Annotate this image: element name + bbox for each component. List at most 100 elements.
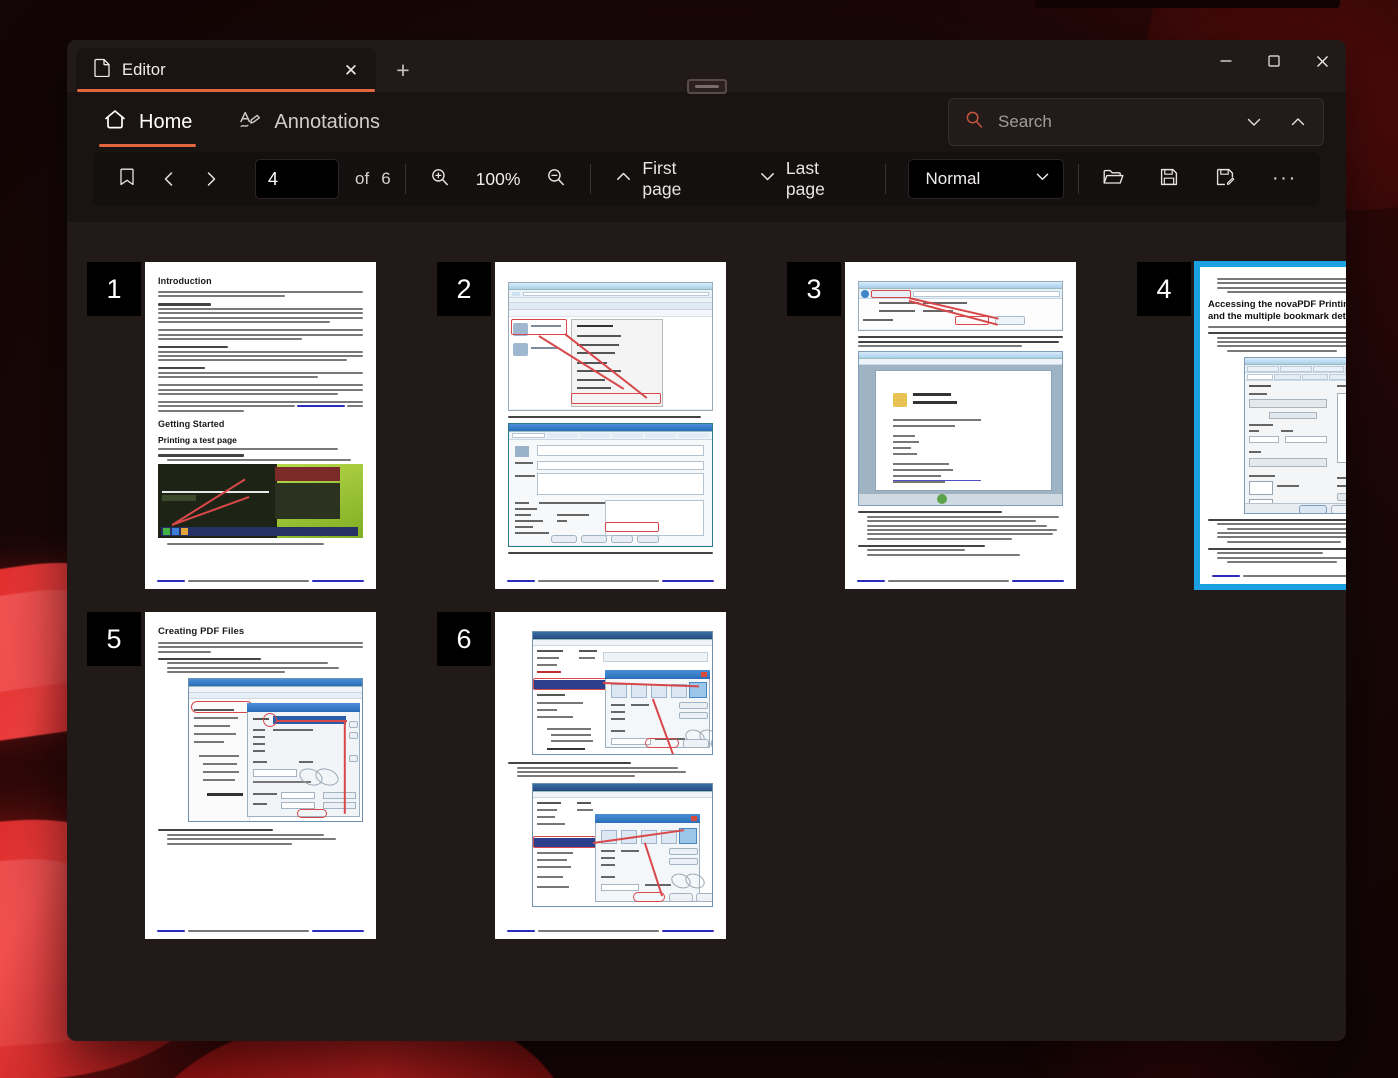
page1-heading-printing-test-page: Printing a test page [158,434,237,445]
page-badge-5: 5 [87,612,141,666]
ribbon-area: Home Annotations Search 4 of 6 100% Firs… [67,92,1346,222]
tab-active-underline [77,89,375,92]
chevron-down-icon [758,167,777,191]
page-thumbnail-6[interactable] [495,612,726,939]
page1-footer [157,580,364,582]
bookmark-icon [118,167,136,192]
total-pages-label: 6 [381,169,391,188]
page4-footer [1212,575,1346,577]
save-as-button[interactable] [1205,159,1245,199]
document-toolbar: of 6 100% [93,152,1320,206]
zoom-in-icon [430,167,450,192]
page-badge-2: 2 [437,262,491,316]
page-content-4: Accessing the novaPDF Printing Preferenc… [1200,267,1346,584]
save-button[interactable] [1149,159,1189,199]
tab-annotations[interactable]: Annotations [228,99,390,145]
save-icon [1159,167,1179,192]
page-cell-3: 3 [767,259,1117,607]
page4-heading: Accessing the novaPDF Printing Preferenc… [1208,299,1346,323]
view-mode-value: Normal [925,169,981,188]
page1-heading-introduction: Introduction [158,276,212,286]
search-previous-button[interactable] [1283,107,1313,137]
page-badge-6: 6 [437,612,491,666]
page-badge-3: 3 [787,262,841,316]
home-tab-underline [99,144,197,147]
page5-footer [157,930,364,932]
zoom-out-icon [546,167,566,192]
view-mode-dropdown[interactable]: Normal [908,159,1065,199]
annotations-icon [238,108,262,137]
search-box[interactable] [948,98,1324,146]
search-next-button[interactable] [1239,107,1269,137]
first-page-label: First page [642,158,682,199]
tab-home-label: Home [139,110,193,133]
toolbar-separator-4 [1078,164,1080,194]
page-of-label: of [355,169,370,188]
toolbar-separator-1 [404,164,406,194]
page2-footer [507,580,714,582]
window-drag-handle[interactable] [686,79,727,94]
top-dark-strip [1035,0,1340,8]
more-options-button[interactable]: ··· [1263,159,1306,199]
menu-row: Home Annotations [67,92,1346,152]
tab-annotations-label: Annotations [274,110,380,133]
tab-title: Editor [122,60,166,79]
bookmark-button[interactable] [107,159,147,199]
save-as-icon [1215,167,1235,192]
search-input[interactable] [998,112,1225,132]
page-badge-4: 4 [1137,262,1191,316]
last-page-label: Last page [785,158,825,199]
page-number-input[interactable] [255,159,339,199]
minimize-button[interactable] [1202,40,1250,82]
zoom-level-label: 100% [475,168,521,189]
page-thumbnail-1[interactable]: Introduction Getting Started Printing a … [145,262,376,589]
page-content-1: Introduction Getting Started Printing a … [145,262,376,589]
page1-heading-getting-started: Getting Started [158,418,225,429]
search-icon [965,110,984,134]
previous-page-button[interactable] [149,159,189,199]
zoom-in-button[interactable] [420,159,460,199]
page-thumbnail-grid[interactable]: 1 Introduction Getting Started Printing … [67,222,1346,991]
zoom-out-button[interactable] [536,159,576,199]
open-folder-icon [1102,167,1124,192]
chevron-up-icon [614,167,633,191]
page-thumbnail-3[interactable] [845,262,1076,589]
page-thumbnail-2[interactable] [495,262,726,589]
tab-editor[interactable]: Editor ✕ [76,48,376,92]
title-bar: Editor ✕ + [67,40,1346,94]
home-icon [103,108,127,137]
chevron-down-icon-viewmode [1034,168,1051,190]
page6-footer [507,930,714,932]
first-page-button[interactable]: First page [605,158,729,199]
page-cell-4: 4 Accessing the novaPDF Printing Prefere… [1117,259,1346,607]
page-content-5: Creating PDF Files [145,612,376,939]
open-button[interactable] [1093,159,1133,199]
toolbar-separator-3 [885,164,887,194]
page-cell-1: 1 Introduction Getting Started Printing … [67,259,417,607]
thumbnail-row-2: 5 Creating PDF Files 6 [67,609,1346,957]
page-content-2 [495,262,726,589]
page3-footer [857,580,1064,582]
last-page-button[interactable]: Last page [749,158,872,199]
document-icon [94,58,111,82]
page-thumbnail-5[interactable]: Creating PDF Files [145,612,376,939]
tab-home[interactable]: Home [93,99,202,147]
page-content-6 [495,612,726,939]
page-content-3 [845,262,1076,589]
editor-window: Editor ✕ + Home Annotations Search 4 of … [67,40,1346,1041]
window-controls [1202,40,1346,82]
maximize-button[interactable] [1250,40,1298,82]
tab-close-button[interactable]: ✕ [338,57,364,83]
page-cell-2: 2 [417,259,767,607]
tab-strip: Editor ✕ + [67,48,420,92]
page-cell-6: 6 [417,609,767,957]
new-tab-button[interactable]: + [386,53,420,87]
close-button[interactable] [1298,40,1346,82]
page-badge-1: 1 [87,262,141,316]
thumbnail-row-1: 1 Introduction Getting Started Printing … [67,259,1346,607]
page-thumbnail-4[interactable]: Accessing the novaPDF Printing Preferenc… [1195,262,1346,589]
next-page-button[interactable] [191,159,231,199]
page5-heading: Creating PDF Files [158,626,245,637]
page-cell-5: 5 Creating PDF Files [67,609,417,957]
toolbar-separator-2 [590,164,592,194]
